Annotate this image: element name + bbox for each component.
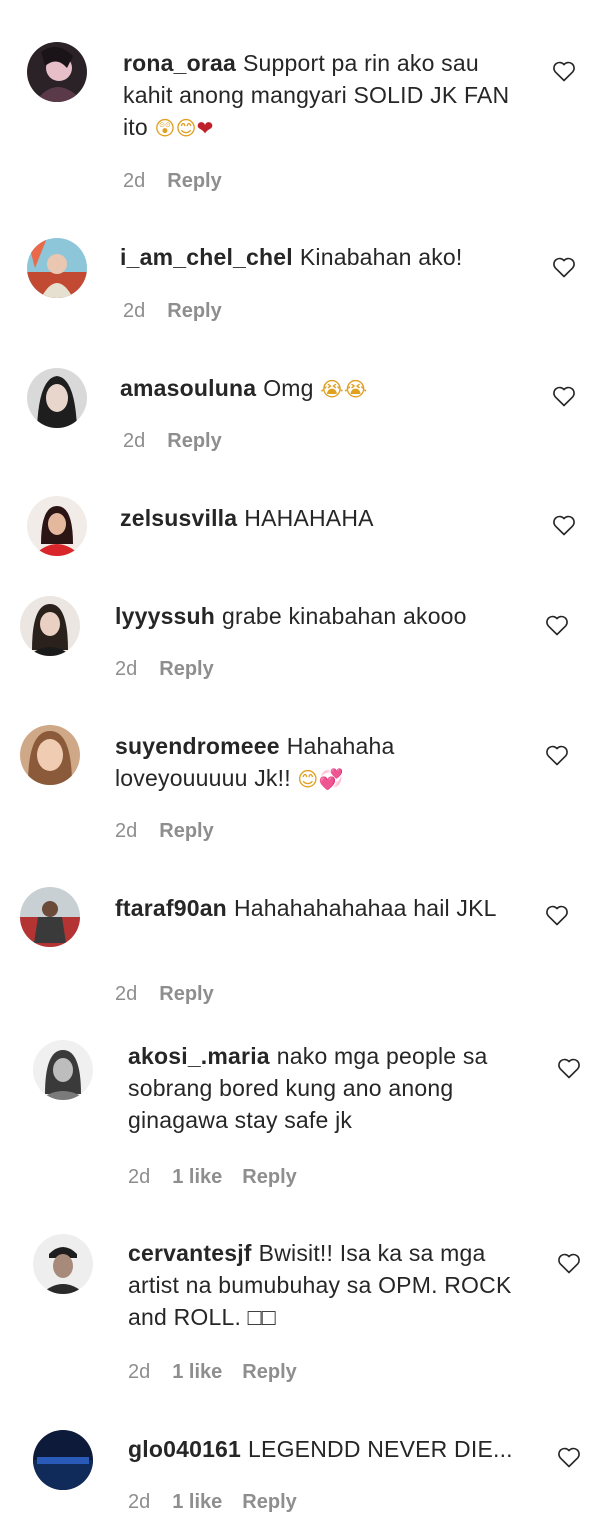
timestamp[interactable]: 2d <box>123 300 145 322</box>
timestamp[interactable]: 2d <box>128 1361 150 1383</box>
username[interactable]: rona_oraa <box>123 50 236 76</box>
heart-outline-icon[interactable] <box>552 385 576 407</box>
avatar[interactable] <box>27 496 87 556</box>
comment-meta: 2d Reply <box>115 983 214 1006</box>
reply-button[interactable]: Reply <box>242 1491 296 1513</box>
timestamp[interactable]: 2d <box>128 1491 150 1513</box>
avatar[interactable] <box>20 596 80 656</box>
avatar[interactable] <box>27 368 87 428</box>
heart-outline-icon[interactable] <box>552 60 576 82</box>
reply-button[interactable]: Reply <box>167 430 221 452</box>
username[interactable]: suyendromeee <box>115 733 280 759</box>
heart-outline-icon[interactable] <box>545 614 569 636</box>
like-count[interactable]: 1 like <box>172 1491 222 1513</box>
comment-body: HAHAHAHA <box>244 505 374 531</box>
username[interactable]: zelsusvilla <box>120 505 237 531</box>
comment-text: suyendromeee Hahahaha loveyouuuuu Jk!! 😊💞 <box>115 730 525 795</box>
username[interactable]: cervantesjf <box>128 1240 252 1266</box>
username[interactable]: lyyyssuh <box>115 603 215 629</box>
comment-body: LEGENDD NEVER DIE... <box>248 1436 513 1462</box>
comment-meta: 2d Reply <box>123 300 222 323</box>
reply-button[interactable]: Reply <box>167 300 221 322</box>
comment-body: Omg <box>263 375 314 401</box>
username[interactable]: akosi_.maria <box>128 1043 270 1069</box>
comment-meta: 2d 1 like Reply <box>128 1361 297 1384</box>
timestamp[interactable]: 2d <box>115 983 137 1005</box>
reply-button[interactable]: Reply <box>167 170 221 192</box>
comment-body: grabe kinabahan akooo <box>222 603 467 629</box>
heart-outline-icon[interactable] <box>545 904 569 926</box>
emoji: 😊💞 <box>297 767 344 791</box>
emoji: 😲😊❤ <box>154 116 214 140</box>
heart-outline-icon[interactable] <box>545 744 569 766</box>
avatar[interactable] <box>33 1040 93 1100</box>
timestamp[interactable]: 2d <box>128 1166 150 1188</box>
reply-button[interactable]: Reply <box>159 820 213 842</box>
comment-text: ftaraf90an Hahahahahahaa hail JKL <box>115 892 525 924</box>
comment-meta: 2d Reply <box>123 430 222 453</box>
like-count[interactable]: 1 like <box>172 1166 222 1188</box>
comment-text: zelsusvilla HAHAHAHA <box>120 502 530 534</box>
comment-text: glo040161 LEGENDD NEVER DIE... <box>128 1433 538 1465</box>
reply-button[interactable]: Reply <box>242 1361 296 1383</box>
like-count[interactable]: 1 like <box>172 1361 222 1383</box>
avatar[interactable] <box>20 725 80 785</box>
heart-outline-icon[interactable] <box>552 256 576 278</box>
heart-outline-icon[interactable] <box>557 1446 581 1468</box>
username[interactable]: i_am_chel_chel <box>120 244 293 270</box>
comment-body: Hahahahahahaa hail JKL <box>233 895 497 921</box>
timestamp[interactable]: 2d <box>115 820 137 842</box>
heart-outline-icon[interactable] <box>557 1252 581 1274</box>
comment-meta: 2d Reply <box>115 820 214 843</box>
heart-outline-icon[interactable] <box>557 1057 581 1079</box>
heart-outline-icon[interactable] <box>552 514 576 536</box>
comment-meta: 2d 1 like Reply <box>128 1166 297 1189</box>
username[interactable]: amasouluna <box>120 375 256 401</box>
comment-meta: 2d Reply <box>115 658 214 681</box>
username[interactable]: ftaraf90an <box>115 895 227 921</box>
comment-text: i_am_chel_chel Kinabahan ako! <box>120 241 530 273</box>
comment-meta: 2d Reply <box>123 170 222 193</box>
comment-text: rona_oraa Support pa rin ako sau kahit an… <box>123 47 528 144</box>
timestamp[interactable]: 2d <box>115 658 137 680</box>
avatar[interactable] <box>27 238 87 298</box>
emoji: 😭😭 <box>320 377 368 401</box>
reply-button[interactable]: Reply <box>159 983 213 1005</box>
comment-body: Kinabahan ako! <box>299 244 463 270</box>
comment-text: akosi_.maria nako mga people sa sobrang b… <box>128 1040 538 1136</box>
reply-button[interactable]: Reply <box>242 1166 296 1188</box>
timestamp[interactable]: 2d <box>123 430 145 452</box>
comment-text: amasouluna Omg 😭😭 <box>120 372 530 405</box>
avatar[interactable] <box>20 887 80 947</box>
timestamp[interactable]: 2d <box>123 170 145 192</box>
avatar[interactable] <box>33 1430 93 1490</box>
comment-text: lyyyssuh grabe kinabahan akooo <box>115 600 525 632</box>
comment-meta: 2d 1 like Reply <box>128 1491 297 1514</box>
username[interactable]: glo040161 <box>128 1436 241 1462</box>
avatar[interactable] <box>33 1234 93 1294</box>
avatar[interactable] <box>27 42 87 102</box>
reply-button[interactable]: Reply <box>159 658 213 680</box>
comment-text: cervantesjf Bwisit!! Isa ka sa mga artist… <box>128 1237 538 1333</box>
